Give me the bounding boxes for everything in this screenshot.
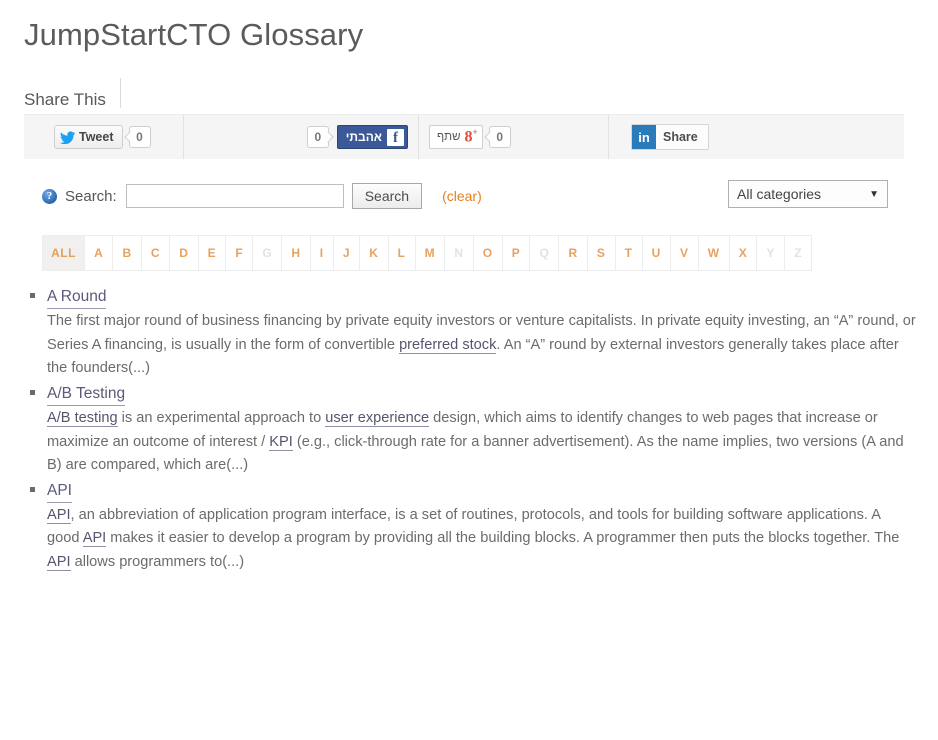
glossary-entry-header: API xyxy=(30,481,916,503)
twitter-bird-icon xyxy=(60,131,75,144)
alpha-filter-d[interactable]: D xyxy=(170,236,199,271)
bullet-icon xyxy=(30,486,35,492)
facebook-like-button[interactable]: f אהבתי xyxy=(336,125,408,150)
alpha-filter-f[interactable]: F xyxy=(226,236,254,271)
glossary-entry: API API, an abbreviation of application p… xyxy=(30,481,916,575)
definition-text: allows programmers to(...) xyxy=(70,553,245,570)
help-question-icon[interactable]: ? xyxy=(42,188,57,204)
alpha-filter-c[interactable]: C xyxy=(141,236,171,271)
share-section: Share This Tweet 0 0 f אהבתי שתף 8+ 0 in… xyxy=(24,78,916,160)
share-this-label: Share This xyxy=(24,90,106,110)
googleplus-share-label: שתף xyxy=(437,131,461,144)
search-input[interactable] xyxy=(125,184,344,209)
definition-inline-link[interactable]: KPI xyxy=(269,433,293,451)
googleplus-share-cell: שתף 8+ 0 xyxy=(419,115,609,160)
alpha-filter-w[interactable]: W xyxy=(698,236,730,271)
categories-selected-label: All categories xyxy=(737,186,822,203)
alpha-filter-z: Z xyxy=(785,236,813,271)
alphabet-filter-bar: ALL A B C D E F G H I J K L M N O P Q R S T U V W X Y Z xyxy=(42,235,813,272)
googleplus-count: 0 xyxy=(488,126,511,149)
definition-text: is an experimental approach to xyxy=(117,409,326,426)
facebook-f-icon: f xyxy=(387,128,404,146)
linkedin-share-button[interactable]: in Share xyxy=(631,124,709,151)
glossary-entry: A Round The first major round of business… xyxy=(30,287,916,381)
alpha-filter-v[interactable]: V xyxy=(670,236,699,271)
glossary-entry: A/B Testing A/B testing is an experimenta… xyxy=(30,384,916,478)
glossary-entry-header: A/B Testing xyxy=(30,384,916,406)
alpha-filter-r[interactable]: R xyxy=(559,236,588,271)
alpha-filter-k[interactable]: K xyxy=(360,236,389,271)
categories-dropdown[interactable]: All categories ▼ xyxy=(728,180,888,209)
share-header-divider xyxy=(119,78,121,109)
facebook-share-cell: 0 f אהבתי xyxy=(184,115,419,160)
glossary-entry-definition: API, an abbreviation of application prog… xyxy=(47,504,916,575)
alpha-filter-h[interactable]: H xyxy=(282,236,311,271)
alpha-filter-p[interactable]: P xyxy=(502,236,531,271)
alpha-filter-b[interactable]: B xyxy=(113,236,142,271)
glossary-term-link[interactable]: A/B Testing xyxy=(47,384,126,406)
clear-link[interactable]: (clear) xyxy=(442,188,482,204)
search-button[interactable]: Search xyxy=(351,183,423,210)
linkedin-in-icon: in xyxy=(632,125,656,150)
alpha-filter-l[interactable]: L xyxy=(388,236,416,271)
tweet-button[interactable]: Tweet xyxy=(54,125,123,150)
social-share-bar: Tweet 0 0 f אהבתי שתף 8+ 0 in Share xyxy=(24,114,904,160)
bullet-icon xyxy=(30,389,35,395)
definition-inline-link[interactable]: API xyxy=(82,530,107,548)
definition-text: makes it easier to develop a program by … xyxy=(106,530,900,547)
glossary-entry-definition: The first major round of business financ… xyxy=(47,310,916,381)
search-row: ? Search: Search (clear) All categories … xyxy=(42,180,916,211)
page-title: JumpStartCTO Glossary xyxy=(24,17,364,52)
search-label: Search: xyxy=(65,187,117,205)
linkedin-share-cell: in Share xyxy=(609,115,859,159)
google-plus-icon: 8+ xyxy=(464,127,478,146)
alpha-filter-a[interactable]: A xyxy=(85,236,114,271)
bullet-icon xyxy=(30,293,35,299)
definition-inline-link[interactable]: user experience xyxy=(325,409,430,427)
definition-inline-link[interactable]: API xyxy=(47,506,71,524)
twitter-share-cell: Tweet 0 xyxy=(24,115,184,160)
facebook-like-label: אהבתי xyxy=(345,130,382,145)
definition-inline-link[interactable]: A/B testing xyxy=(47,409,118,427)
googleplus-share-button[interactable]: שתף 8+ xyxy=(429,125,483,150)
glossary-entry-header: A Round xyxy=(30,287,916,310)
glossary-term-link[interactable]: API xyxy=(47,481,72,503)
tweet-label: Tweet xyxy=(79,130,114,145)
glossary-list: A Round The first major round of business… xyxy=(30,287,916,575)
alpha-filter-y: Y xyxy=(757,236,786,271)
definition-inline-link[interactable]: API xyxy=(47,553,71,571)
alpha-filter-j[interactable]: J xyxy=(333,236,361,271)
tweet-count: 0 xyxy=(128,126,151,149)
alpha-filter-n: N xyxy=(445,236,474,271)
alpha-filter-q: Q xyxy=(530,236,560,271)
alpha-filter-i[interactable]: I xyxy=(310,236,334,271)
chevron-down-icon: ▼ xyxy=(869,188,879,200)
alpha-filter-o[interactable]: O xyxy=(473,236,503,271)
alpha-filter-e[interactable]: E xyxy=(198,236,227,271)
glossary-page: JumpStartCTO Glossary Share This Tweet 0 xyxy=(0,0,938,575)
alpha-filter-s[interactable]: S xyxy=(587,236,616,271)
alpha-filter-all[interactable]: ALL xyxy=(43,236,85,271)
alpha-filter-m[interactable]: M xyxy=(415,236,446,271)
glossary-term-link[interactable]: A Round xyxy=(47,287,107,310)
alpha-filter-t[interactable]: T xyxy=(615,236,643,271)
linkedin-share-label: Share xyxy=(663,130,698,145)
glossary-entry-definition: A/B testing is an experimental approach … xyxy=(47,407,916,478)
facebook-like-count: 0 xyxy=(306,126,329,149)
alpha-filter-x[interactable]: X xyxy=(729,236,758,271)
alpha-filter-u[interactable]: U xyxy=(642,236,671,271)
alpha-filter-g: G xyxy=(253,236,283,271)
share-this-header: Share This xyxy=(24,78,916,110)
definition-inline-link[interactable]: preferred stock xyxy=(399,336,497,354)
